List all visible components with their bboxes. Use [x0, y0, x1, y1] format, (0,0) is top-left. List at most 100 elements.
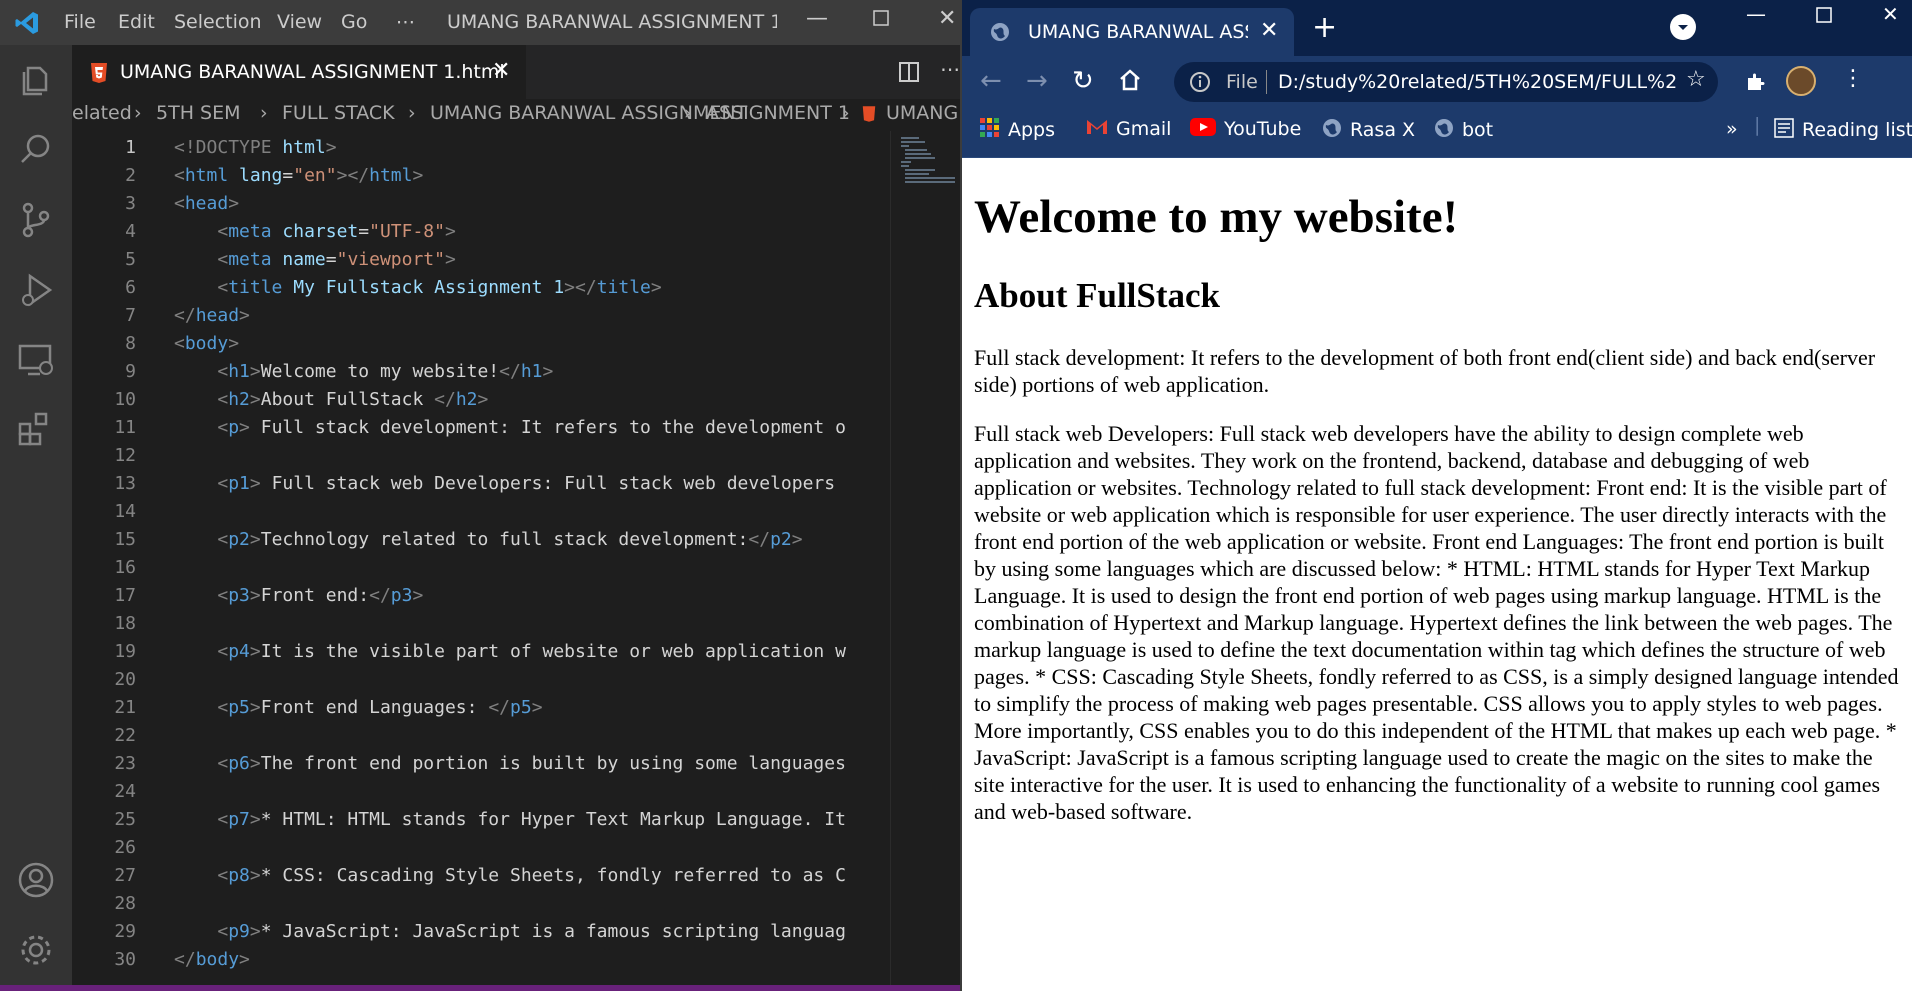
profile-avatar[interactable]	[1786, 66, 1816, 96]
divider: |	[1754, 114, 1761, 136]
forward-arrow-icon[interactable]: →	[1026, 66, 1048, 96]
close-tab-icon[interactable]: ✕	[492, 58, 510, 83]
line-number: 21	[114, 697, 136, 718]
menu-view[interactable]: View	[277, 11, 322, 33]
code-line: </head>	[174, 305, 250, 326]
accounts-icon[interactable]	[16, 860, 56, 900]
code-line: <html lang="en"></html>	[174, 165, 424, 186]
extensions-puzzle-icon[interactable]	[1744, 70, 1768, 98]
run-debug-icon[interactable]	[16, 270, 56, 310]
reading-list-button[interactable]: Reading list	[1774, 118, 1912, 143]
line-number: 2	[125, 165, 136, 186]
bookmarks-bar: Apps Gmail YouTube Rasa X bot » | Readin…	[962, 106, 1912, 158]
split-editor-icon[interactable]	[898, 61, 920, 87]
line-number: 7	[125, 305, 136, 326]
bookmark-label: Gmail	[1116, 118, 1172, 140]
menu-go[interactable]: Go	[341, 11, 367, 33]
explorer-icon[interactable]	[16, 60, 56, 100]
info-icon[interactable]	[1188, 70, 1212, 98]
close-window-icon[interactable]: ✕	[1882, 2, 1899, 26]
menu-edit[interactable]: Edit	[118, 11, 155, 33]
reload-icon[interactable]: ↻	[1072, 66, 1094, 96]
search-icon[interactable]	[16, 130, 56, 170]
line-number: 4	[125, 221, 136, 242]
chevron-right-icon: ›	[134, 102, 142, 124]
breadcrumb-item[interactable]: UMANG	[886, 102, 958, 124]
chevron-right-icon: ›	[684, 102, 692, 124]
vscode-titlebar: File Edit Selection View Go ⋯ UMANG BARA…	[0, 0, 960, 45]
code-line: <p5>Front end Languages: </p5>	[217, 697, 543, 718]
code-line: <h2>About FullStack </h2>	[217, 389, 489, 410]
source-control-icon[interactable]	[16, 200, 56, 240]
more-actions-icon[interactable]: ⋯	[940, 57, 960, 81]
minimap[interactable]	[890, 131, 960, 991]
line-number: 25	[114, 809, 136, 830]
bookmark-star-icon[interactable]: ☆	[1686, 67, 1706, 92]
line-number: 9	[125, 361, 136, 382]
menu-file[interactable]: File	[64, 11, 96, 33]
youtube-icon	[1190, 118, 1216, 141]
bookmark-rasa-x[interactable]: Rasa X	[1322, 118, 1415, 143]
bookmark-gmail[interactable]: Gmail	[1086, 118, 1171, 141]
bookmark-label: YouTube	[1224, 118, 1302, 140]
tab-umang-assignment[interactable]: UMANG BARANWAL ASSIGNMENT 1.html ✕	[72, 45, 526, 99]
code-line: <p2>Technology related to full stack dev…	[217, 529, 803, 550]
new-tab-icon[interactable]: +	[1312, 10, 1337, 45]
address-bar[interactable]: File D:/study%20related/5TH%20SEM/FULL%2…	[1174, 62, 1718, 102]
minimize-icon[interactable]: —	[806, 6, 828, 31]
line-number: 8	[125, 333, 136, 354]
breadcrumb: elated › 5TH SEM › FULL STACK › UMANG BA…	[72, 99, 960, 131]
url-scheme: File	[1226, 71, 1258, 93]
remote-explorer-icon[interactable]	[16, 340, 56, 380]
url-text[interactable]: D:/study%20related/5TH%20SEM/FULL%20...	[1278, 71, 1678, 93]
apps-grid-icon	[980, 118, 1000, 143]
minimize-icon[interactable]: —	[1746, 2, 1766, 26]
chrome-window: UMANG BARANWAL ASSIGNMENT 1 ✕ + — ✕ ← → …	[960, 0, 1912, 991]
chrome-menu-icon[interactable]: ⋮	[1842, 66, 1864, 91]
code-line: <p8>* CSS: Cascading Style Sheets, fondl…	[217, 865, 846, 886]
bookmark-bot[interactable]: bot	[1434, 118, 1493, 143]
line-number: 3	[125, 193, 136, 214]
line-number: 17	[114, 585, 136, 606]
bookmarks-overflow[interactable]: »	[1726, 118, 1738, 140]
extensions-icon[interactable]	[16, 410, 56, 450]
html5-file-icon	[90, 62, 108, 88]
code-editor[interactable]: 1 2 3 4 5 6 7 8 9 10 11 12 13 14 15 16 17 18 19 20 21 22 23 24 2…	[72, 131, 890, 991]
chrome-tab-strip: UMANG BARANWAL ASSIGNMENT 1 ✕ + — ✕	[962, 0, 1912, 56]
reading-list-icon	[1774, 118, 1794, 143]
breadcrumb-item[interactable]: elated	[72, 102, 132, 124]
menu-selection[interactable]: Selection	[174, 11, 262, 33]
vscode-window-title: UMANG BARANWAL ASSIGNMENT 1.ht...	[447, 11, 777, 33]
maximize-icon[interactable]	[872, 8, 890, 33]
html5-file-icon	[862, 105, 876, 128]
back-arrow-icon[interactable]: ←	[980, 66, 1002, 96]
divider	[1266, 70, 1267, 94]
bookmark-youtube[interactable]: YouTube	[1190, 118, 1301, 141]
paragraph: Full stack web Developers: Full stack we…	[974, 421, 1899, 824]
menu-more[interactable]: ⋯	[396, 11, 415, 33]
breadcrumb-item[interactable]: ASSIGNMENT 1	[706, 102, 850, 124]
vscode-window: File Edit Selection View Go ⋯ UMANG BARA…	[0, 0, 960, 991]
code-line: <title My Fullstack Assignment 1></title…	[217, 277, 662, 298]
line-number: 26	[114, 837, 136, 858]
bookmark-label: Rasa X	[1350, 119, 1416, 141]
line-number: 30	[114, 949, 136, 970]
tab-search-icon[interactable]	[1670, 14, 1696, 40]
chevron-right-icon: ›	[842, 102, 850, 124]
close-tab-icon[interactable]: ✕	[1260, 18, 1278, 43]
close-window-icon[interactable]: ✕	[938, 6, 956, 31]
code-line: <meta charset="UTF-8">	[217, 221, 456, 242]
code-line: <meta name="viewport">	[217, 249, 456, 270]
breadcrumb-item[interactable]: 5TH SEM	[156, 102, 240, 124]
maximize-icon[interactable]	[1816, 4, 1832, 28]
activity-bar	[0, 45, 72, 991]
code-line: <p6>The front end portion is built by us…	[217, 753, 846, 774]
bookmark-apps[interactable]: Apps	[980, 118, 1055, 143]
home-icon[interactable]	[1118, 68, 1142, 99]
browser-tab[interactable]: UMANG BARANWAL ASSIGNMENT 1 ✕	[970, 8, 1294, 56]
line-number: 12	[114, 445, 136, 466]
breadcrumb-item[interactable]: FULL STACK	[282, 102, 395, 124]
breadcrumb-item[interactable]: UMANG BARANWAL ASSIGNMENT	[430, 102, 747, 124]
settings-gear-icon[interactable]	[16, 930, 56, 970]
editor-tabs: UMANG BARANWAL ASSIGNMENT 1.html ✕ ⋯	[72, 45, 960, 99]
